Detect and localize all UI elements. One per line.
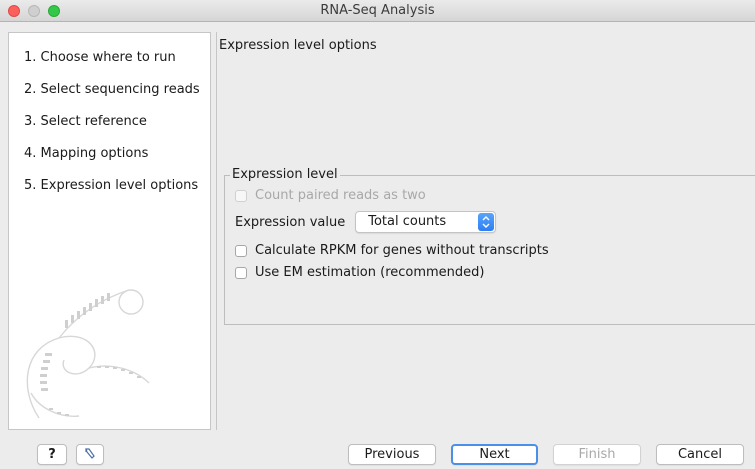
dna-spiral-watermark-icon <box>26 289 150 419</box>
button-bar: ? Previous Next Finish Cancel <box>0 430 755 469</box>
expression-value-label: Expression value <box>235 214 346 230</box>
calculate-rpkm-label[interactable]: Calculate RPKM for genes without transcr… <box>255 243 549 258</box>
page-title: Expression level options <box>219 38 377 53</box>
count-paired-reads-row: Count paired reads as two <box>235 188 426 203</box>
step-select-reference: 3. Select reference <box>24 114 147 129</box>
previous-button[interactable]: Previous <box>348 444 436 465</box>
calculate-rpkm-checkbox[interactable] <box>235 244 247 257</box>
step-mapping-options: 4. Mapping options <box>24 146 149 161</box>
step-choose-where-to-run: 1. Choose where to run <box>24 50 176 65</box>
expression-level-group-title: Expression level <box>230 167 340 182</box>
cancel-button[interactable]: Cancel <box>656 444 744 465</box>
expression-value-select[interactable]: Total counts <box>355 211 497 233</box>
title-bar: RNA-Seq Analysis <box>0 0 755 22</box>
help-button[interactable]: ? <box>37 444 67 465</box>
expression-level-group: Expression level Count paired reads as t… <box>224 167 755 325</box>
use-em-estimation-checkbox[interactable] <box>235 266 247 279</box>
step-expression-level-options: 5. Expression level options <box>24 178 199 193</box>
restore-defaults-button[interactable] <box>76 444 104 465</box>
expression-value-selected: Total counts <box>368 214 447 229</box>
em-estimation-row: Use EM estimation (recommended) <box>235 265 485 280</box>
expression-value-row: Expression value Total counts <box>235 211 497 233</box>
finish-button: Finish <box>553 444 641 465</box>
options-content-panel: Expression level options Expression leve… <box>216 32 755 430</box>
restore-defaults-icon <box>85 448 95 459</box>
next-button[interactable]: Next <box>451 444 538 465</box>
step-select-sequencing-reads: 2. Select sequencing reads <box>24 82 200 97</box>
count-paired-reads-checkbox <box>235 189 247 202</box>
use-em-estimation-label[interactable]: Use EM estimation (recommended) <box>255 265 485 280</box>
dialog-window: RNA-Seq Analysis 1. Choose where to run … <box>0 0 755 469</box>
rpkm-row: Calculate RPKM for genes without transcr… <box>235 243 549 258</box>
count-paired-reads-label: Count paired reads as two <box>255 188 426 203</box>
window-title: RNA-Seq Analysis <box>320 3 435 18</box>
wizard-steps-panel: 1. Choose where to run 2. Select sequenc… <box>8 32 211 430</box>
up-down-chevron-icon[interactable] <box>478 213 495 231</box>
